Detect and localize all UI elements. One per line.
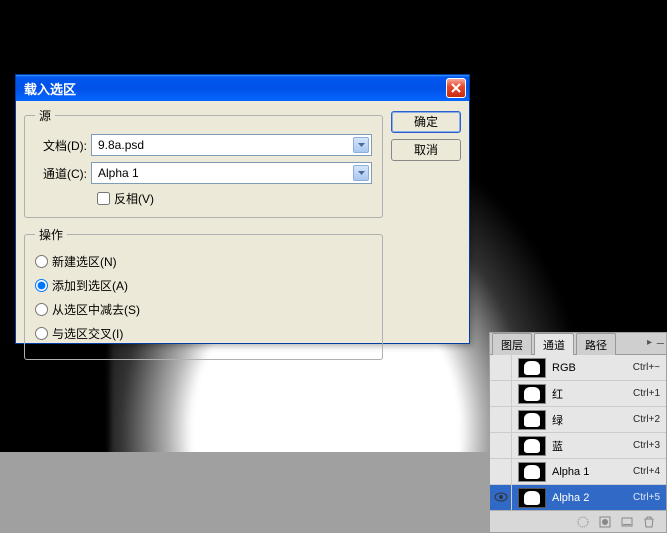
channel-combo[interactable]: Alpha 1 (91, 162, 372, 184)
operation-legend: 操作 (35, 226, 67, 243)
channels-panel: 图层 通道 路径 ▸ – RGBCtrl+~红Ctrl+1绿Ctrl+2蓝Ctr… (489, 332, 667, 533)
panel-menu-icon[interactable]: ▸ (647, 337, 652, 348)
panel-minimize-icon[interactable]: – (657, 335, 664, 350)
visibility-toggle[interactable] (490, 407, 512, 433)
op-add-label: 添加到选区(A) (52, 277, 128, 294)
channel-name: Alpha 2 (552, 492, 631, 504)
ok-button[interactable]: 确定 (391, 111, 461, 133)
channel-row[interactable]: 蓝Ctrl+3 (490, 433, 666, 459)
channel-label: 通道(C): (35, 165, 87, 182)
tab-paths[interactable]: 路径 (576, 333, 616, 355)
chevron-down-icon (353, 165, 369, 181)
visibility-toggle[interactable] (490, 381, 512, 407)
channel-name: 蓝 (552, 438, 631, 454)
channel-row[interactable]: 绿Ctrl+2 (490, 407, 666, 433)
operation-fieldset: 操作 新建选区(N) 添加到选区(A) 从选区中减去(S) 与选区交叉(I) (24, 226, 383, 360)
invert-label: 反相(V) (114, 190, 154, 207)
visibility-toggle[interactable] (490, 485, 512, 511)
visibility-toggle[interactable] (490, 433, 512, 459)
dialog-titlebar[interactable]: 载入选区 (16, 75, 469, 101)
source-fieldset: 源 文档(D): 9.8a.psd 通道(C): Alpha 1 (24, 107, 383, 218)
document-value: 9.8a.psd (98, 138, 144, 152)
save-selection-icon[interactable] (598, 515, 612, 529)
op-int-label: 与选区交叉(I) (52, 325, 123, 342)
op-add-radio[interactable] (35, 279, 48, 292)
panel-footer (490, 510, 666, 532)
source-legend: 源 (35, 107, 55, 124)
channel-row[interactable]: Alpha 2Ctrl+5 (490, 485, 666, 510)
op-sub-label: 从选区中减去(S) (52, 301, 140, 318)
channel-name: Alpha 1 (552, 466, 631, 478)
visibility-toggle[interactable] (490, 355, 512, 381)
op-new-radio[interactable] (35, 255, 48, 268)
load-selection-dialog: 载入选区 源 文档(D): 9.8a.psd 通道(C): (15, 74, 470, 344)
channel-name: RGB (552, 362, 631, 374)
channel-thumbnail (518, 462, 546, 482)
channel-shortcut: Ctrl+2 (633, 414, 660, 425)
invert-checkbox[interactable] (97, 192, 110, 205)
channel-shortcut: Ctrl+3 (633, 440, 660, 451)
channel-name: 红 (552, 386, 631, 402)
channel-thumbnail (518, 410, 546, 430)
eye-icon (494, 491, 508, 505)
tab-channels[interactable]: 通道 (534, 333, 574, 355)
channel-list: RGBCtrl+~红Ctrl+1绿Ctrl+2蓝Ctrl+3Alpha 1Ctr… (490, 355, 666, 510)
channel-thumbnail (518, 358, 546, 378)
new-channel-icon[interactable] (620, 515, 634, 529)
channel-row[interactable]: Alpha 1Ctrl+4 (490, 459, 666, 485)
op-new-label: 新建选区(N) (52, 253, 117, 270)
document-label: 文档(D): (35, 137, 87, 154)
channel-shortcut: Ctrl+5 (633, 492, 660, 503)
panel-tabs: 图层 通道 路径 ▸ – (490, 333, 666, 355)
channel-shortcut: Ctrl+1 (633, 388, 660, 399)
op-int-radio[interactable] (35, 327, 48, 340)
channel-thumbnail (518, 384, 546, 404)
channel-thumbnail (518, 488, 546, 508)
visibility-toggle[interactable] (490, 459, 512, 485)
channel-shortcut: Ctrl+~ (633, 362, 660, 373)
delete-channel-icon[interactable] (642, 515, 656, 529)
close-button[interactable] (446, 78, 466, 98)
chevron-down-icon (353, 137, 369, 153)
tab-layers[interactable]: 图层 (492, 333, 532, 355)
channel-row[interactable]: 红Ctrl+1 (490, 381, 666, 407)
channel-value: Alpha 1 (98, 166, 139, 180)
dialog-title: 载入选区 (24, 79, 76, 98)
document-combo[interactable]: 9.8a.psd (91, 134, 372, 156)
cancel-button[interactable]: 取消 (391, 139, 461, 161)
channel-name: 绿 (552, 412, 631, 428)
channel-thumbnail (518, 436, 546, 456)
channel-row[interactable]: RGBCtrl+~ (490, 355, 666, 381)
channel-shortcut: Ctrl+4 (633, 466, 660, 477)
load-selection-icon[interactable] (576, 515, 590, 529)
op-sub-radio[interactable] (35, 303, 48, 316)
